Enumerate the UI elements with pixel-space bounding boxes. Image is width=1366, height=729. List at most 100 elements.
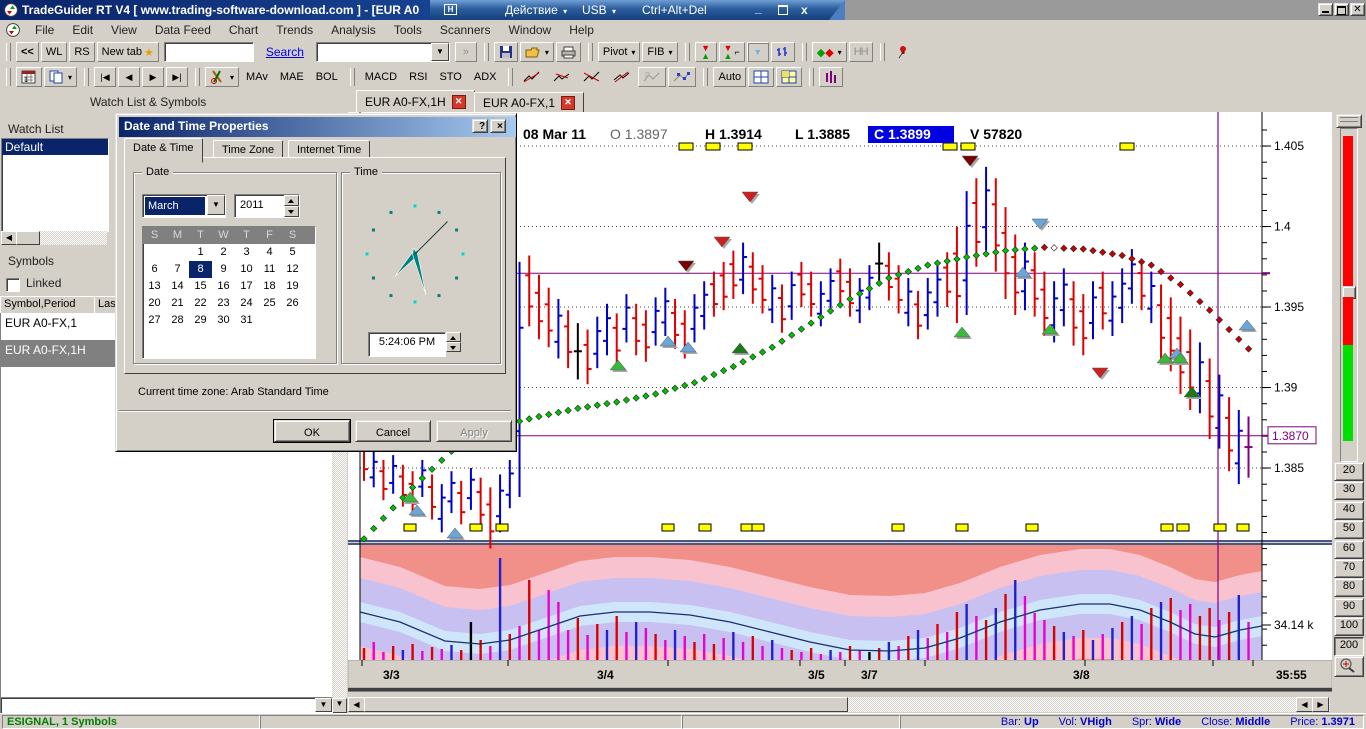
macd-button[interactable]: MACD [360, 67, 402, 87]
indicator-settings-button[interactable]: ▾ [205, 67, 239, 87]
bars-200-button[interactable]: 200 [1334, 637, 1364, 656]
calendar-day-22[interactable]: 22 [189, 295, 212, 312]
tab-eur-1h[interactable]: EUR A0-FX,1H ✕ [356, 90, 475, 113]
calendar-day-18[interactable]: 18 [258, 278, 281, 295]
prev-bar-button[interactable]: ◀ [118, 67, 140, 87]
scroll-left-icon[interactable]: ◀ [1, 231, 17, 245]
tab-date-time[interactable]: Date & Time [124, 138, 203, 163]
mav-button[interactable]: MAv [241, 67, 273, 87]
dialog-close-button[interactable]: × [490, 119, 506, 133]
calendar-day-10[interactable]: 10 [235, 261, 258, 278]
dialog-title-bar[interactable]: Date and Time Properties [119, 117, 516, 137]
calendar-day-7[interactable]: 7 [166, 261, 189, 278]
calendar-day-20[interactable]: 20 [143, 295, 166, 312]
combobox-dropdown-icon[interactable]: ▼ [431, 43, 449, 61]
next-bar-button[interactable]: ▶ [142, 67, 164, 87]
link-windows-button[interactable]: HH [849, 42, 873, 62]
calendar-day-11[interactable]: 11 [258, 261, 281, 278]
bars-display-button[interactable] [771, 42, 795, 62]
trend-tool-1-button[interactable] [518, 67, 546, 87]
bars-60-button[interactable]: 60 [1334, 540, 1364, 559]
watchlist-item-default[interactable]: Default [2, 139, 108, 155]
year-up-icon[interactable] [284, 195, 299, 206]
volume-bars-button[interactable] [819, 67, 843, 87]
calendar-day-17[interactable]: 17 [235, 278, 258, 295]
calendar[interactable]: SMTWTFS123456789101112131415161718192021… [142, 226, 316, 359]
symbol-input[interactable] [164, 42, 254, 62]
vm-action-menu[interactable]: Действие ▾ [505, 3, 567, 17]
time-down-icon[interactable] [446, 342, 461, 352]
bars-50-button[interactable]: 50 [1334, 520, 1364, 539]
adx-button[interactable]: ADX [469, 67, 502, 87]
pattern-tool-button[interactable] [668, 67, 696, 87]
dialog-help-button[interactable]: ? [472, 119, 488, 133]
zoom-button[interactable] [1334, 656, 1364, 677]
sto-button[interactable]: STO [434, 67, 466, 87]
toolbar-grip[interactable] [484, 43, 489, 61]
new-tab-button[interactable]: New tab★ [97, 42, 159, 62]
watchlist-hscrollbar[interactable]: ◀ [1, 231, 107, 245]
trend-tool-4-button[interactable] [608, 67, 636, 87]
diamonds-button[interactable]: ◆◆▾ [812, 42, 847, 62]
calendar-day-14[interactable]: 14 [166, 278, 189, 295]
scroll-left-icon[interactable]: ◀ [348, 697, 365, 712]
open-button[interactable]: ▾ [520, 42, 554, 62]
calendar-day-19[interactable]: 19 [281, 278, 304, 295]
bars-80-button[interactable]: 80 [1334, 578, 1364, 597]
time-spin-buttons[interactable] [446, 332, 461, 352]
calendar-day-8[interactable]: 8 [189, 261, 212, 278]
mae-button[interactable]: MAE [275, 67, 309, 87]
toolbar-grip[interactable] [802, 43, 807, 61]
window-restore-button[interactable] [1334, 3, 1349, 16]
calendar-day-6[interactable]: 6 [143, 261, 166, 278]
trend-tool-2-button[interactable] [548, 67, 576, 87]
toolbar-grip[interactable] [6, 68, 11, 86]
window-close-button[interactable]: ✕ [1350, 3, 1365, 16]
chart-hscrollbar[interactable]: ◀ ◀ ▶ [348, 697, 1330, 712]
cancel-button[interactable]: Cancel [355, 420, 431, 442]
menu-item-tools[interactable]: Tools [385, 21, 431, 39]
linked-checkbox[interactable] [6, 278, 20, 292]
time-field[interactable]: 5:24:06 PM [368, 332, 446, 357]
apply-button[interactable]: Apply [436, 420, 512, 442]
year-spinner[interactable]: 2011 [234, 194, 300, 218]
scroll-thumb[interactable] [364, 697, 848, 712]
toolbar-grip[interactable] [508, 68, 513, 86]
scroll-thumb[interactable] [16, 231, 40, 245]
window-minimize-button[interactable] [1318, 3, 1333, 16]
collapse-button[interactable]: << [16, 42, 39, 62]
vm-usb-menu[interactable]: USB ▾ [582, 3, 616, 17]
calendar-day-16[interactable]: 16 [212, 278, 235, 295]
bars-40-button[interactable]: 40 [1334, 501, 1364, 520]
ok-button[interactable]: OK [274, 420, 350, 442]
trend-tool-3-button[interactable] [578, 67, 606, 87]
calendar-day-15[interactable]: 15 [189, 278, 212, 295]
toolbar-grip[interactable] [588, 43, 593, 61]
calendar-day-24[interactable]: 24 [235, 295, 258, 312]
menu-item-window[interactable]: Window [500, 21, 561, 39]
symbol-combobox[interactable]: ▼ [316, 42, 450, 62]
toolbar-grip[interactable] [350, 68, 355, 86]
tab-close-icon[interactable]: ✕ [561, 96, 575, 110]
vm-close-button[interactable]: x [801, 3, 808, 17]
scroll-left2-icon[interactable]: ◀ [1296, 697, 1313, 712]
rsi-button[interactable]: RSI [404, 67, 432, 87]
scroll-right-icon[interactable]: ▶ [1312, 697, 1329, 712]
toolbar-grip[interactable] [703, 68, 708, 86]
calendar-day-1[interactable]: 1 [189, 244, 212, 261]
menu-item-analysis[interactable]: Analysis [322, 21, 385, 39]
calendar-day-21[interactable]: 21 [166, 295, 189, 312]
date-time-properties-button[interactable]: 1 [16, 67, 42, 87]
watchlist-button[interactable]: WL [41, 42, 68, 62]
menu-item-help[interactable]: Help [560, 21, 603, 39]
year-down-icon[interactable] [284, 206, 299, 217]
calendar-day-12[interactable]: 12 [281, 261, 304, 278]
month-dropdown-icon[interactable]: ▼ [207, 195, 225, 215]
calendar-day-25[interactable]: 25 [258, 295, 281, 312]
calendar-day-2[interactable]: 2 [212, 244, 235, 261]
menu-item-view[interactable]: View [102, 21, 146, 39]
signals-red-green-button[interactable]: ▼▲ [695, 42, 717, 62]
grid-layout-button[interactable] [748, 67, 774, 87]
grid-layout-2-button[interactable] [776, 67, 802, 87]
toolbar-grip[interactable] [84, 68, 89, 86]
